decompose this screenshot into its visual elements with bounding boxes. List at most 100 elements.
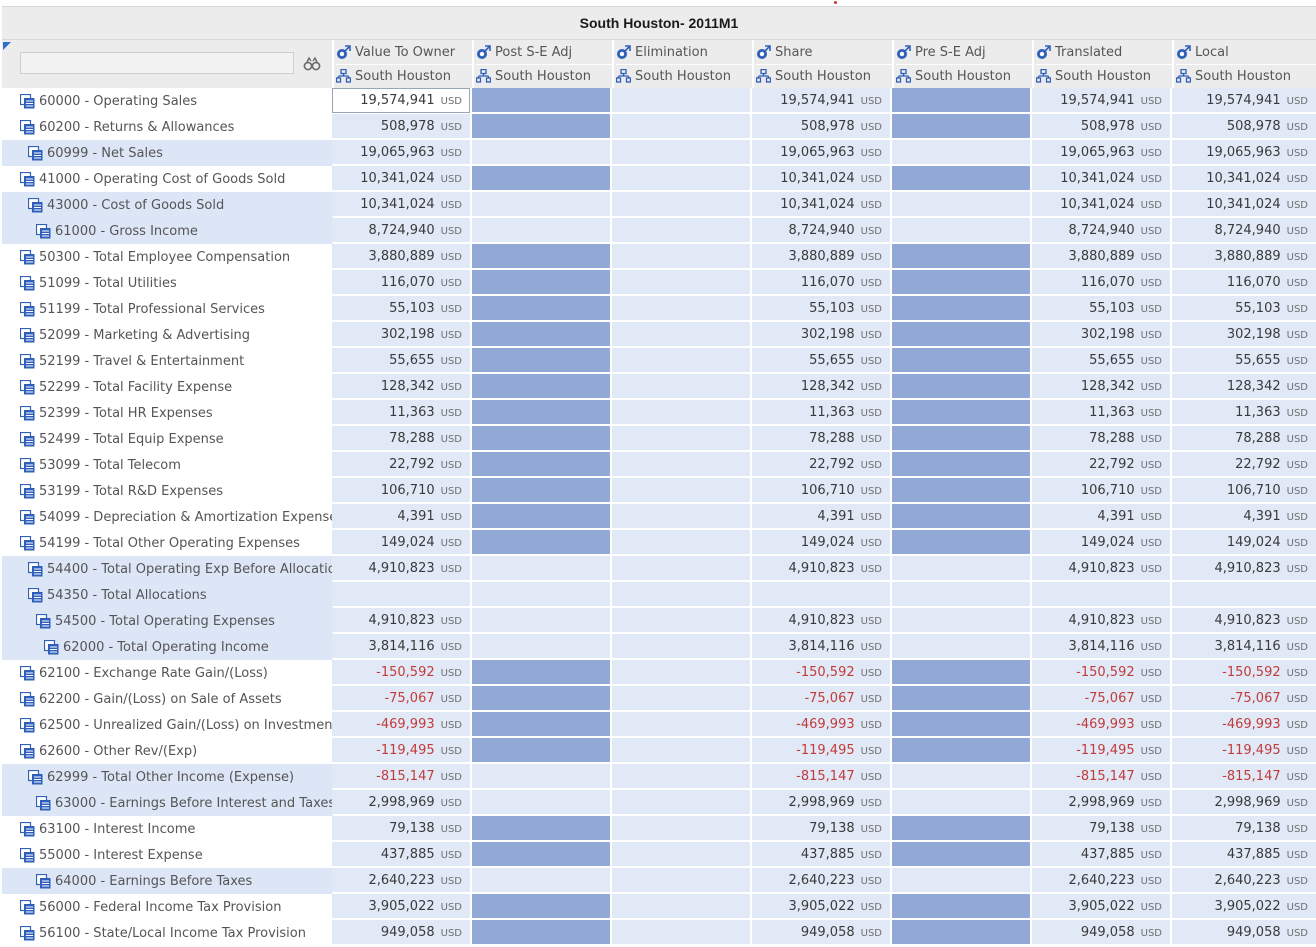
data-cell[interactable]: 116,070 USD [1032, 270, 1170, 295]
data-cell[interactable] [472, 192, 610, 217]
data-cell[interactable]: 8,724,940 USD [332, 218, 470, 243]
data-cell[interactable]: 78,288 USD [1172, 426, 1316, 451]
data-cell[interactable] [612, 192, 750, 217]
data-cell[interactable] [892, 894, 1030, 919]
row-header[interactable]: 52099 - Marketing & Advertising [2, 322, 333, 348]
column-header[interactable]: Post S-E Adj South Houston [472, 40, 612, 88]
data-cell[interactable]: 11,363 USD [752, 400, 890, 425]
data-cell[interactable]: 949,058 USD [1172, 920, 1316, 945]
data-cell[interactable]: -469,993 USD [752, 712, 890, 737]
data-cell[interactable] [612, 582, 750, 607]
data-cell[interactable]: 2,640,223 USD [1172, 868, 1316, 893]
row-header[interactable]: 54199 - Total Other Operating Expenses [2, 530, 333, 556]
data-cell[interactable]: 22,792 USD [1172, 452, 1316, 477]
data-cell[interactable]: 78,288 USD [332, 426, 470, 451]
data-cell[interactable]: 149,024 USD [752, 530, 890, 555]
row-header[interactable]: 56100 - State/Local Income Tax Provision [2, 920, 333, 946]
data-cell[interactable] [612, 608, 750, 633]
data-cell[interactable] [892, 738, 1030, 763]
data-cell[interactable] [612, 218, 750, 243]
data-cell[interactable] [612, 296, 750, 321]
data-cell[interactable] [612, 660, 750, 685]
data-cell[interactable]: 437,885 USD [1032, 842, 1170, 867]
data-cell[interactable]: 10,341,024 USD [1032, 192, 1170, 217]
data-cell[interactable]: 4,391 USD [752, 504, 890, 529]
data-cell[interactable] [472, 452, 610, 477]
column-header[interactable]: Elimination South Houston [612, 40, 752, 88]
data-cell[interactable] [892, 452, 1030, 477]
data-cell[interactable] [472, 556, 610, 581]
data-cell[interactable]: 3,880,889 USD [1032, 244, 1170, 269]
data-cell[interactable] [612, 894, 750, 919]
data-cell[interactable]: 10,341,024 USD [752, 166, 890, 191]
data-cell[interactable] [892, 712, 1030, 737]
data-cell[interactable] [892, 868, 1030, 893]
data-cell[interactable] [472, 374, 610, 399]
row-header[interactable]: 51099 - Total Utilities [2, 270, 333, 296]
data-cell[interactable]: 949,058 USD [1032, 920, 1170, 945]
data-cell[interactable] [472, 764, 610, 789]
data-cell[interactable]: -75,067 USD [1172, 686, 1316, 711]
data-cell[interactable]: -469,993 USD [1172, 712, 1316, 737]
data-cell[interactable] [892, 582, 1030, 607]
data-cell[interactable]: 2,998,969 USD [752, 790, 890, 815]
data-cell[interactable]: 2,640,223 USD [752, 868, 890, 893]
data-cell[interactable] [472, 894, 610, 919]
data-cell[interactable]: -815,147 USD [1172, 764, 1316, 789]
data-cell[interactable] [892, 192, 1030, 217]
data-cell[interactable] [892, 114, 1030, 139]
data-cell[interactable] [892, 400, 1030, 425]
data-cell[interactable] [892, 504, 1030, 529]
data-cell[interactable]: -150,592 USD [1032, 660, 1170, 685]
search-input[interactable] [20, 52, 294, 74]
data-cell[interactable] [612, 816, 750, 841]
data-cell[interactable] [472, 166, 610, 191]
data-cell[interactable]: 4,910,823 USD [1172, 556, 1316, 581]
row-header[interactable]: 60000 - Operating Sales [2, 88, 333, 114]
data-cell[interactable]: 949,058 USD [752, 920, 890, 945]
data-cell[interactable] [892, 790, 1030, 815]
data-cell[interactable]: -119,495 USD [1032, 738, 1170, 763]
data-cell[interactable]: 3,905,022 USD [752, 894, 890, 919]
data-cell[interactable]: 55,103 USD [332, 296, 470, 321]
data-cell[interactable] [892, 296, 1030, 321]
data-cell[interactable] [892, 530, 1030, 555]
data-cell[interactable]: 4,391 USD [332, 504, 470, 529]
data-cell[interactable]: 508,978 USD [1032, 114, 1170, 139]
data-cell[interactable] [892, 244, 1030, 269]
data-cell[interactable]: -469,993 USD [332, 712, 470, 737]
data-cell[interactable]: 19,065,963 USD [1172, 140, 1316, 165]
row-header[interactable]: 62999 - Total Other Income (Expense) [2, 764, 333, 790]
column-header[interactable]: Translated South Houston [1032, 40, 1172, 88]
data-cell[interactable] [472, 426, 610, 451]
data-cell[interactable] [472, 270, 610, 295]
data-cell[interactable]: 116,070 USD [752, 270, 890, 295]
data-cell[interactable]: 10,341,024 USD [1032, 166, 1170, 191]
data-cell[interactable] [612, 842, 750, 867]
data-cell[interactable] [472, 348, 610, 373]
data-cell[interactable]: 149,024 USD [1032, 530, 1170, 555]
data-cell[interactable]: -119,495 USD [332, 738, 470, 763]
data-cell[interactable]: 106,710 USD [332, 478, 470, 503]
data-cell[interactable]: -469,993 USD [1032, 712, 1170, 737]
row-header[interactable]: 53099 - Total Telecom [2, 452, 333, 478]
data-cell[interactable]: 8,724,940 USD [752, 218, 890, 243]
data-cell[interactable]: 116,070 USD [332, 270, 470, 295]
data-cell[interactable]: 8,724,940 USD [1172, 218, 1316, 243]
data-cell[interactable] [892, 270, 1030, 295]
data-cell[interactable] [892, 348, 1030, 373]
data-cell[interactable] [472, 530, 610, 555]
data-cell[interactable]: 55,655 USD [332, 348, 470, 373]
data-cell[interactable]: 106,710 USD [1032, 478, 1170, 503]
data-cell[interactable] [612, 452, 750, 477]
data-cell[interactable]: 4,391 USD [1172, 504, 1316, 529]
row-header[interactable]: 50300 - Total Employee Compensation [2, 244, 333, 270]
binoculars-search-icon[interactable] [303, 55, 321, 73]
data-cell[interactable]: 128,342 USD [332, 374, 470, 399]
data-cell[interactable]: 4,910,823 USD [332, 608, 470, 633]
row-header[interactable]: 64000 - Earnings Before Taxes [2, 868, 333, 894]
data-cell[interactable]: 79,138 USD [1032, 816, 1170, 841]
data-cell[interactable]: 11,363 USD [1032, 400, 1170, 425]
data-cell[interactable] [612, 556, 750, 581]
data-cell[interactable] [892, 88, 1030, 113]
